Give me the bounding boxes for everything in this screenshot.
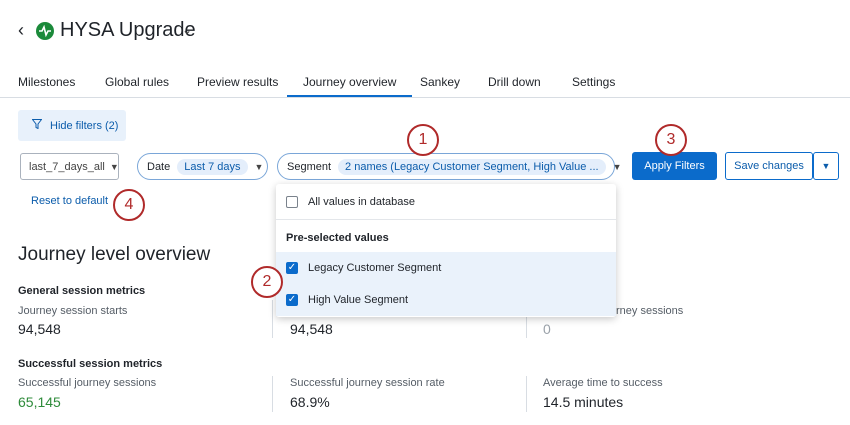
divider <box>272 376 273 412</box>
segment-filter[interactable]: Segment 2 names (Legacy Customer Segment… <box>277 153 622 180</box>
annotation-badge-4: 4 <box>113 189 145 221</box>
tab-drill-down[interactable]: Drill down <box>488 75 541 89</box>
checked-checkbox-icon[interactable]: ✓ <box>286 262 298 274</box>
apply-filters-button[interactable]: Apply Filters <box>632 152 717 180</box>
divider <box>526 376 527 412</box>
metric-value: 14.5 minutes <box>543 394 624 410</box>
checkbox-icon[interactable] <box>286 196 298 208</box>
annotation-badge-3: 3 <box>655 124 687 156</box>
metric-value: 94,548 <box>290 321 333 337</box>
tab-global-rules[interactable]: Global rules <box>105 75 169 89</box>
title-dropdown-icon[interactable]: ⌄ <box>182 23 192 37</box>
tab-sankey[interactable]: Sankey <box>420 75 460 89</box>
segment-filter-value: 2 names (Legacy Customer Segment, High V… <box>338 158 606 175</box>
general-metrics-title: General session metrics <box>18 285 146 297</box>
tab-preview-results[interactable]: Preview results <box>197 75 278 89</box>
hide-filters-label: Hide filters (2) <box>50 119 119 132</box>
filter-icon <box>31 119 43 132</box>
option-label: Legacy Customer Segment <box>308 262 442 274</box>
chevron-down-icon: ▼ <box>254 161 264 172</box>
page-title: HYSA Upgrade <box>60 19 196 41</box>
option-legacy-customer-segment[interactable]: ✓ Legacy Customer Segment <box>276 252 616 284</box>
segment-dropdown: All values in database Pre-selected valu… <box>276 184 616 317</box>
overview-title: Journey level overview <box>18 244 211 265</box>
option-label: High Value Segment <box>308 294 409 306</box>
hide-filters-button[interactable]: Hide filters (2) <box>18 110 126 141</box>
tab-journey-overview[interactable]: Journey overview <box>286 75 413 97</box>
divider <box>276 219 616 220</box>
metric-value: 65,145 <box>18 394 61 410</box>
tab-milestones[interactable]: Milestones <box>18 75 75 89</box>
date-filter-label: Date <box>147 160 171 173</box>
metric-label: Journey session starts <box>18 305 128 317</box>
metric-label: Successful journey sessions <box>18 377 157 389</box>
segment-filter-label: Segment <box>287 160 332 173</box>
metric-label: Average time to success <box>543 377 663 389</box>
metric-value: 68.9% <box>290 394 330 410</box>
metric-value: 94,548 <box>18 321 61 337</box>
chevron-down-icon: ▼ <box>821 161 831 171</box>
save-options-button[interactable]: ▼ <box>813 152 839 180</box>
successful-metrics-title: Successful session metrics <box>18 358 163 370</box>
date-filter[interactable]: Date Last 7 days ▼ <box>137 153 268 180</box>
all-values-option[interactable]: All values in database <box>276 190 616 214</box>
date-filter-value: Last 7 days <box>177 158 248 175</box>
metric-label: Successful journey session rate <box>290 377 445 389</box>
divider <box>272 300 273 338</box>
save-changes-button[interactable]: Save changes <box>725 152 813 180</box>
back-chevron-icon[interactable]: ‹ <box>18 20 24 41</box>
tab-bar: Milestones Global rules Preview results … <box>0 66 850 98</box>
metric-value: 0 <box>543 321 551 337</box>
checked-checkbox-icon[interactable]: ✓ <box>286 294 298 306</box>
all-values-label: All values in database <box>308 196 416 208</box>
activity-icon <box>36 22 54 40</box>
range-select[interactable]: last_7_days_all ▼ <box>20 153 119 180</box>
range-select-value: last_7_days_all <box>29 160 105 173</box>
metric-label: rney sessions <box>616 305 684 317</box>
preselected-header: Pre-selected values <box>286 232 389 244</box>
annotation-badge-2: 2 <box>251 266 283 298</box>
reset-to-default-link[interactable]: Reset to default <box>31 195 108 207</box>
option-high-value-segment[interactable]: ✓ High Value Segment <box>276 284 616 316</box>
chevron-down-icon: ▼ <box>109 161 119 172</box>
tab-settings[interactable]: Settings <box>572 75 615 89</box>
chevron-down-icon: ▼ <box>612 161 622 172</box>
annotation-badge-1: 1 <box>407 124 439 156</box>
